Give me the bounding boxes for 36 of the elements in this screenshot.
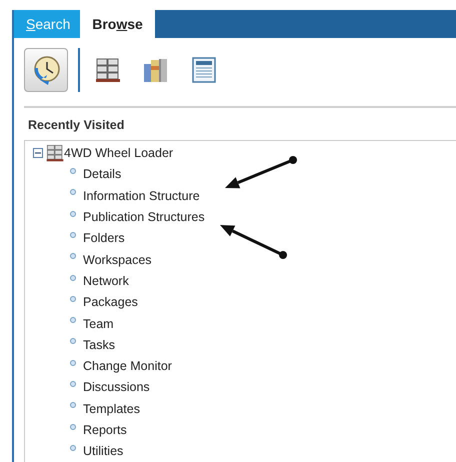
tree-item[interactable]: Folders	[83, 232, 125, 245]
bullet-icon	[70, 424, 76, 430]
tree-item[interactable]: Tasks	[83, 338, 115, 352]
tree-item[interactable]: Discussions	[83, 381, 150, 394]
document-icon	[191, 56, 217, 84]
tree-item[interactable]: Publication Structures	[83, 211, 205, 224]
bullet-icon	[70, 189, 76, 196]
tree-item[interactable]: Templates	[83, 402, 140, 416]
tree-item[interactable]: Reports	[83, 424, 127, 436]
tree-item[interactable]: Network	[83, 274, 129, 288]
bullet-icon	[70, 381, 76, 388]
bullet-icon	[70, 444, 76, 451]
pallet-icon	[46, 144, 64, 162]
tree-item[interactable]: Packages	[83, 296, 138, 309]
tree-item[interactable]: Details	[83, 168, 122, 181]
bullet-icon	[70, 274, 76, 281]
bullet-icon	[70, 317, 76, 324]
bullet-icon	[70, 402, 76, 408]
collapse-icon[interactable]	[33, 148, 43, 158]
tree-item[interactable]: Workspaces	[83, 254, 152, 266]
books-icon	[142, 56, 170, 84]
bullet-icon	[70, 210, 76, 217]
history-button[interactable]	[24, 48, 68, 92]
pallet-icon	[95, 57, 121, 83]
section-title: Recently Visited	[28, 117, 126, 134]
tree-item[interactable]: Information Structure	[83, 190, 200, 202]
bullet-icon	[70, 253, 76, 260]
tree-item[interactable]: Change Monitor	[83, 360, 172, 373]
tree-item[interactable]: Utilities	[83, 445, 124, 458]
tree-item[interactable]: Team	[83, 318, 114, 330]
tree-item[interactable]: 4WD Wheel Loader	[64, 147, 174, 160]
bullet-icon	[70, 168, 76, 174]
bullet-icon	[70, 296, 76, 302]
bullet-icon	[70, 338, 76, 344]
bullet-icon	[70, 360, 76, 366]
bullet-icon	[70, 232, 76, 238]
